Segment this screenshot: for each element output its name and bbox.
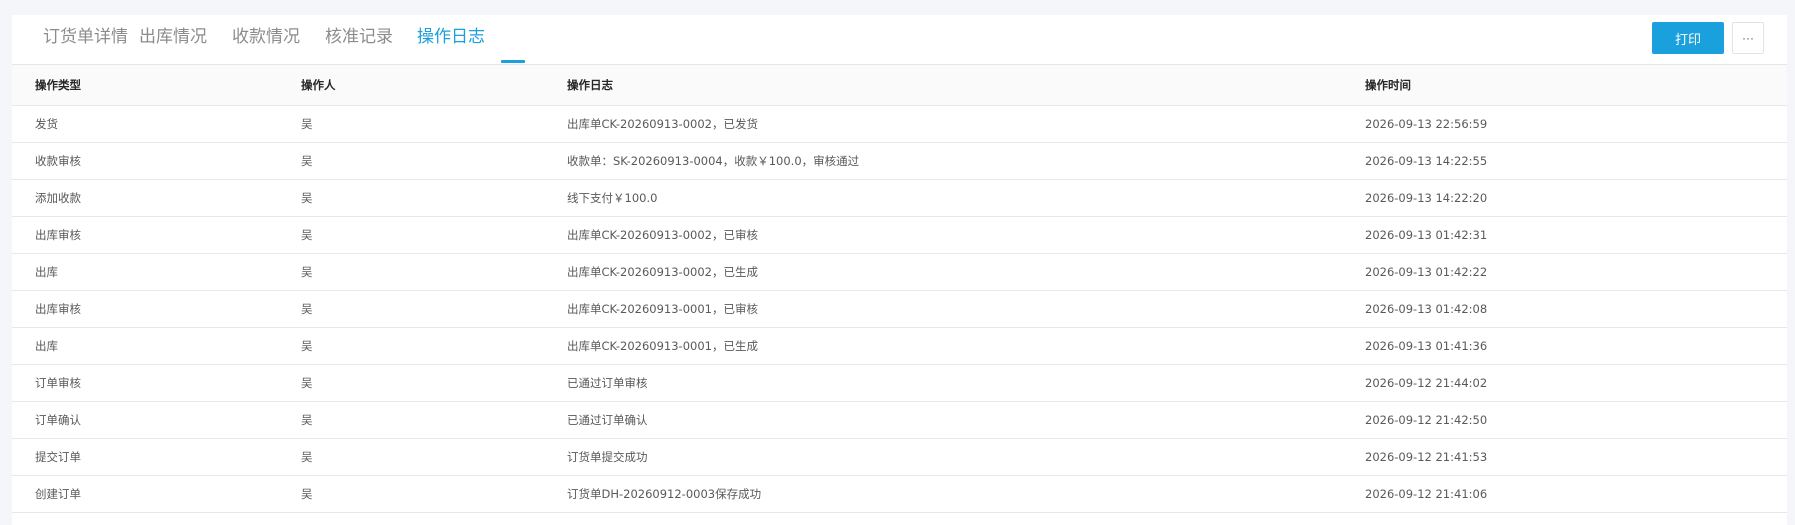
cell-operator: 吴: [278, 253, 544, 291]
cell-operation-time: 2026-09-13 14:22:55: [1342, 142, 1787, 180]
table-row: 订单审核 吴 已通过订单审核 2026-09-12 21:44:02: [12, 364, 1787, 402]
column-header-operation-type: 操作类型: [12, 65, 278, 106]
table-row: 创建订单 吴 订货单DH-20260912-0003保存成功 2026-09-1…: [12, 475, 1787, 513]
tab-order-details[interactable]: 订货单详情: [43, 26, 128, 48]
cell-operation-log: 订货单DH-20260912-0003保存成功: [544, 475, 1342, 513]
cell-operation-type: 出库: [12, 253, 278, 291]
cell-operation-log: 线下支付￥100.0: [544, 179, 1342, 217]
tab-payment-status[interactable]: 收款情况: [232, 26, 300, 48]
more-icon: ···: [1742, 31, 1754, 45]
cell-operator: 吴: [278, 179, 544, 217]
cell-operation-type: 订单审核: [12, 364, 278, 402]
tab-approval-records[interactable]: 核准记录: [325, 26, 393, 48]
tab-outbound-status[interactable]: 出库情况: [139, 26, 207, 48]
table-row: 出库 吴 出库单CK-20260913-0002，已生成 2026-09-13 …: [12, 253, 1787, 291]
cell-operator: 吴: [278, 327, 544, 365]
cell-operation-type: 订单确认: [12, 401, 278, 439]
table-row: 发货 吴 出库单CK-20260913-0002，已发货 2026-09-13 …: [12, 105, 1787, 143]
cell-operation-log: 出库单CK-20260913-0002，已发货: [544, 105, 1342, 143]
tab-operation-log[interactable]: 操作日志: [417, 26, 485, 48]
cell-operation-time: 2026-09-12 21:41:06: [1342, 475, 1787, 513]
cell-operation-type: 出库: [12, 327, 278, 365]
cell-operation-type: 出库审核: [12, 216, 278, 254]
cell-operator: 吴: [278, 438, 544, 476]
cell-operator: 吴: [278, 364, 544, 402]
column-header-operator: 操作人: [278, 65, 544, 106]
order-detail-card: 订货单详情 出库情况 收款情况 核准记录 操作日志 打印 ··· 操作类型 操作…: [12, 15, 1787, 525]
table-row: 出库 吴 出库单CK-20260913-0001，已生成 2026-09-13 …: [12, 327, 1787, 365]
more-actions-button[interactable]: ···: [1732, 22, 1764, 54]
cell-operation-time: 2026-09-13 01:42:08: [1342, 290, 1787, 328]
cell-operation-type: 收款审核: [12, 142, 278, 180]
cell-operation-time: 2026-09-13 01:42:31: [1342, 216, 1787, 254]
cell-operation-log: 出库单CK-20260913-0002，已生成: [544, 253, 1342, 291]
cell-operation-time: 2026-09-13 01:41:36: [1342, 327, 1787, 365]
cell-operation-time: 2026-09-12 21:44:02: [1342, 364, 1787, 402]
cell-operation-type: 出库审核: [12, 290, 278, 328]
cell-operation-log: 已通过订单审核: [544, 364, 1342, 402]
cell-operator: 吴: [278, 401, 544, 439]
operation-log-table: 操作类型 操作人 操作日志 操作时间 发货 吴 出库单CK-20260913-0…: [12, 65, 1787, 513]
table-header-row: 操作类型 操作人 操作日志 操作时间: [12, 65, 1787, 106]
cell-operation-type: 添加收款: [12, 179, 278, 217]
cell-operator: 吴: [278, 216, 544, 254]
cell-operation-log: 出库单CK-20260913-0002，已审核: [544, 216, 1342, 254]
cell-operation-time: 2026-09-12 21:42:50: [1342, 401, 1787, 439]
table-row: 订单确认 吴 已通过订单确认 2026-09-12 21:42:50: [12, 401, 1787, 439]
cell-operator: 吴: [278, 290, 544, 328]
cell-operator: 吴: [278, 105, 544, 143]
print-button[interactable]: 打印: [1652, 22, 1724, 54]
cell-operation-log: 出库单CK-20260913-0001，已审核: [544, 290, 1342, 328]
table-row: 收款审核 吴 收款单：SK-20260913-0004，收款￥100.0，审核通…: [12, 142, 1787, 180]
table-row: 提交订单 吴 订货单提交成功 2026-09-12 21:41:53: [12, 438, 1787, 476]
cell-operation-time: 2026-09-12 21:41:53: [1342, 438, 1787, 476]
cell-operation-type: 提交订单: [12, 438, 278, 476]
table-row: 出库审核 吴 出库单CK-20260913-0001，已审核 2026-09-1…: [12, 290, 1787, 328]
cell-operation-log: 订货单提交成功: [544, 438, 1342, 476]
cell-operation-time: 2026-09-13 01:42:22: [1342, 253, 1787, 291]
cell-operation-time: 2026-09-13 14:22:20: [1342, 179, 1787, 217]
column-header-operation-log: 操作日志: [544, 65, 1342, 106]
cell-operator: 吴: [278, 475, 544, 513]
cell-operation-time: 2026-09-13 22:56:59: [1342, 105, 1787, 143]
cell-operation-type: 发货: [12, 105, 278, 143]
table-row: 添加收款 吴 线下支付￥100.0 2026-09-13 14:22:20: [12, 179, 1787, 217]
column-header-operation-time: 操作时间: [1342, 65, 1787, 106]
active-tab-indicator: [501, 60, 525, 63]
cell-operator: 吴: [278, 142, 544, 180]
tab-bar: 订货单详情 出库情况 收款情况 核准记录 操作日志 打印 ···: [12, 15, 1787, 65]
cell-operation-log: 已通过订单确认: [544, 401, 1342, 439]
cell-operation-log: 出库单CK-20260913-0001，已生成: [544, 327, 1342, 365]
cell-operation-log: 收款单：SK-20260913-0004，收款￥100.0，审核通过: [544, 142, 1342, 180]
table-row: 出库审核 吴 出库单CK-20260913-0002，已审核 2026-09-1…: [12, 216, 1787, 254]
cell-operation-type: 创建订单: [12, 475, 278, 513]
